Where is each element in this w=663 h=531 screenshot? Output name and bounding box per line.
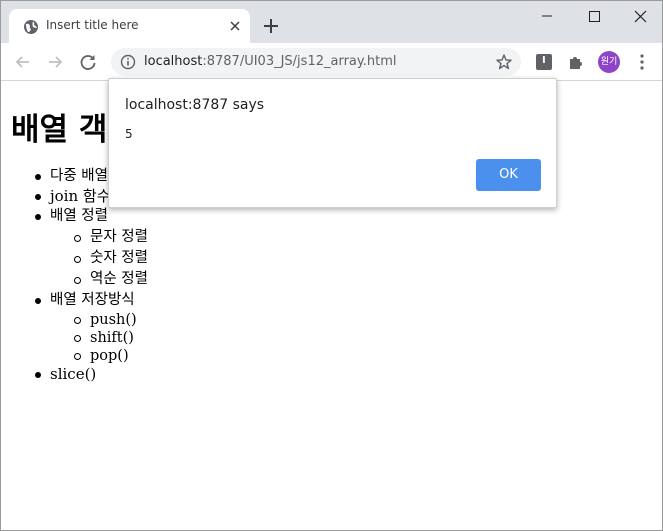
star-icon[interactable] <box>495 53 513 71</box>
sub-item-label: push() <box>90 311 137 328</box>
circle-bullet-icon <box>74 276 81 284</box>
alert-dialog: localhost:8787 says 5 OK <box>108 78 557 208</box>
extension-icon[interactable]: I <box>536 54 552 70</box>
globe-icon <box>24 20 38 34</box>
tab-title: Insert title here <box>46 18 139 32</box>
sub-item-label: pop() <box>90 347 129 364</box>
circle-bullet-icon <box>74 316 81 324</box>
puzzle-icon[interactable] <box>567 53 585 71</box>
reload-icon[interactable] <box>77 51 99 73</box>
list-item: 배열 정렬 <box>1 206 148 227</box>
sub-list-item: pop() <box>1 347 148 365</box>
address-bar[interactable]: localhost:8787/UI03_JS/js12_array.html <box>111 48 521 76</box>
back-arrow-icon[interactable] <box>12 51 34 73</box>
page-heading: 배열 객 <box>11 112 108 148</box>
url-path: :8787/UI03_JS/js12_array.html <box>202 54 397 69</box>
circle-bullet-icon <box>74 255 81 263</box>
sub-list-item: 역순 정렬 <box>1 269 148 290</box>
more-menu-icon[interactable] <box>634 53 650 71</box>
list-item: 배열 저장방식 <box>1 290 148 311</box>
maximize-icon[interactable] <box>571 1 617 31</box>
tab-strip: Insert title here <box>1 1 663 43</box>
circle-bullet-icon <box>74 234 81 242</box>
circle-bullet-icon <box>74 352 81 360</box>
sub-item-label: shift() <box>90 329 134 346</box>
list-item-label: 배열 저장방식 <box>50 291 135 308</box>
sub-list-item: 문자 정렬 <box>1 227 148 248</box>
sub-list-item: push() <box>1 311 148 329</box>
url-text[interactable]: localhost:8787/UI03_JS/js12_array.html <box>144 54 396 69</box>
forward-arrow-icon[interactable] <box>44 51 66 73</box>
profile-avatar[interactable]: 원기 <box>598 51 620 73</box>
bullet-icon <box>35 174 41 180</box>
sub-list-item: shift() <box>1 329 148 347</box>
info-icon[interactable] <box>120 54 136 70</box>
bullet-icon <box>35 213 41 220</box>
url-host: localhost <box>144 54 203 69</box>
list-item-label: 다중 배열 <box>50 168 108 184</box>
sub-item-label: 숫자 정렬 <box>90 249 148 266</box>
extension-label: I <box>542 55 546 66</box>
list-item: slice() <box>1 365 148 384</box>
bullet-icon <box>35 194 41 200</box>
browser-toolbar: localhost:8787/UI03_JS/js12_array.html I… <box>1 43 662 81</box>
dialog-message: 5 <box>125 127 133 141</box>
close-tab-icon[interactable] <box>227 18 243 34</box>
bullet-icon <box>35 297 41 304</box>
browser-tab[interactable]: Insert title here <box>9 9 250 43</box>
close-window-icon[interactable] <box>618 1 663 31</box>
list-item-label: join 함수 <box>50 187 111 205</box>
sub-item-label: 문자 정렬 <box>90 228 148 245</box>
list-item-label: slice() <box>50 364 97 383</box>
sub-item-label: 역순 정렬 <box>90 270 148 287</box>
circle-bullet-icon <box>74 334 81 342</box>
ok-button[interactable]: OK <box>476 159 541 191</box>
browser-window: Insert title here localhost:8787/UI03_JS… <box>0 0 663 531</box>
list-item-label: 배열 정렬 <box>50 207 108 224</box>
bullet-icon <box>35 371 41 378</box>
minimize-icon[interactable] <box>524 1 570 31</box>
sub-list-item: 숫자 정렬 <box>1 248 148 269</box>
dialog-title: localhost:8787 says <box>125 97 265 113</box>
new-tab-icon[interactable] <box>261 16 281 36</box>
